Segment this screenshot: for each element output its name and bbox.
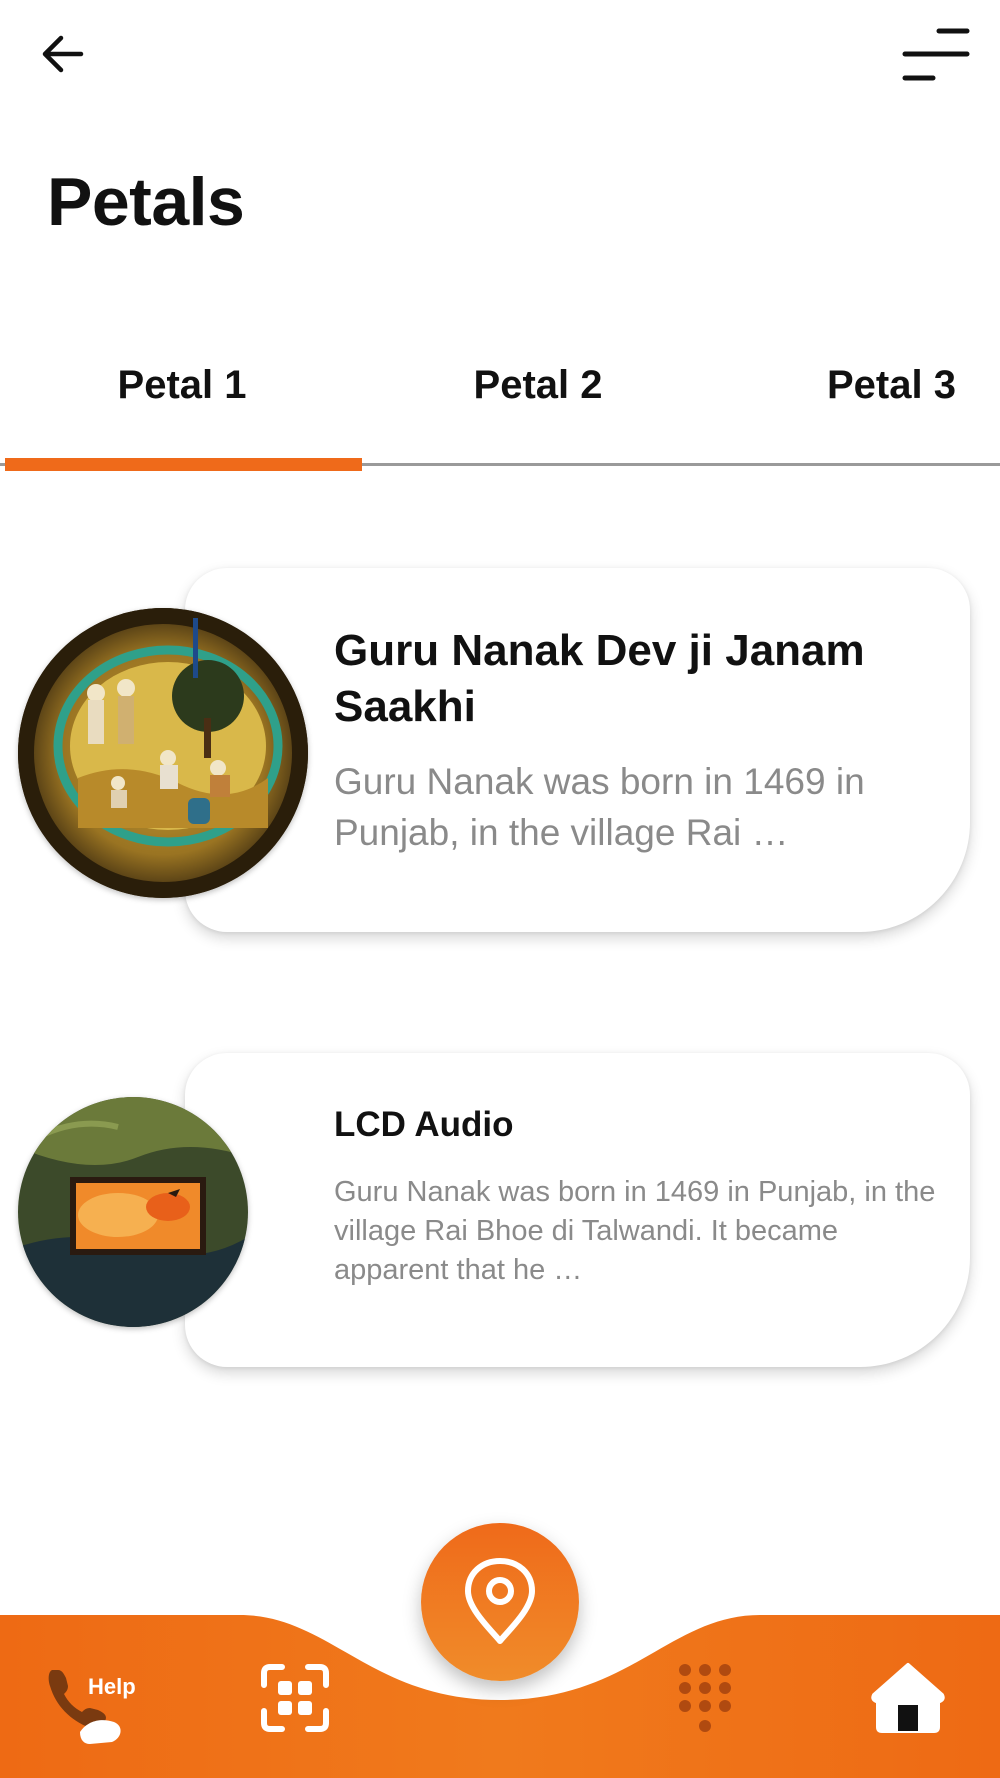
petal-card[interactable]: LCD Audio Guru Nanak was born in 1469 in… bbox=[0, 1053, 1000, 1373]
card-description: Guru Nanak was born in 1469 in Punjab, i… bbox=[334, 1176, 936, 1286]
petal-card[interactable]: Guru Nanak Dev ji Janam Saakhi Guru Nana… bbox=[0, 568, 1000, 938]
qr-scan-icon bbox=[261, 1664, 329, 1732]
location-fab-button[interactable] bbox=[421, 1523, 579, 1681]
home-button[interactable] bbox=[866, 1655, 950, 1739]
tab-active-indicator bbox=[5, 458, 362, 471]
help-button[interactable] bbox=[40, 1658, 150, 1748]
tab-petal-2[interactable]: Petal 2 bbox=[378, 350, 698, 420]
card-title: Guru Nanak Dev ji Janam Saakhi bbox=[334, 626, 865, 731]
page-title: Petals bbox=[47, 164, 245, 240]
lcd-screen-thumbnail bbox=[18, 1097, 248, 1327]
filter-lines-icon bbox=[902, 28, 970, 81]
help-label: Help bbox=[88, 1674, 136, 1699]
back-button[interactable] bbox=[30, 22, 94, 86]
home-icon bbox=[871, 1663, 945, 1733]
menu-button[interactable] bbox=[894, 16, 978, 92]
dialpad-icon bbox=[679, 1664, 731, 1732]
tab-petal-3[interactable]: Petal 3 bbox=[735, 350, 1000, 420]
dialpad-button[interactable] bbox=[670, 1660, 740, 1740]
scan-button[interactable] bbox=[257, 1660, 333, 1736]
location-pin-icon bbox=[465, 1558, 535, 1644]
painting-thumbnail bbox=[18, 608, 308, 898]
card-title: LCD Audio bbox=[334, 1105, 514, 1144]
card-description: Guru Nanak was born in 1469 in Punjab, i… bbox=[334, 761, 865, 853]
tab-petal-1[interactable]: Petal 1 bbox=[22, 350, 342, 420]
phone-hand-icon bbox=[48, 1670, 121, 1744]
tab-bar: Petal 1 Petal 2 Petal 3 bbox=[0, 340, 1000, 471]
arrow-left-icon bbox=[42, 35, 84, 73]
